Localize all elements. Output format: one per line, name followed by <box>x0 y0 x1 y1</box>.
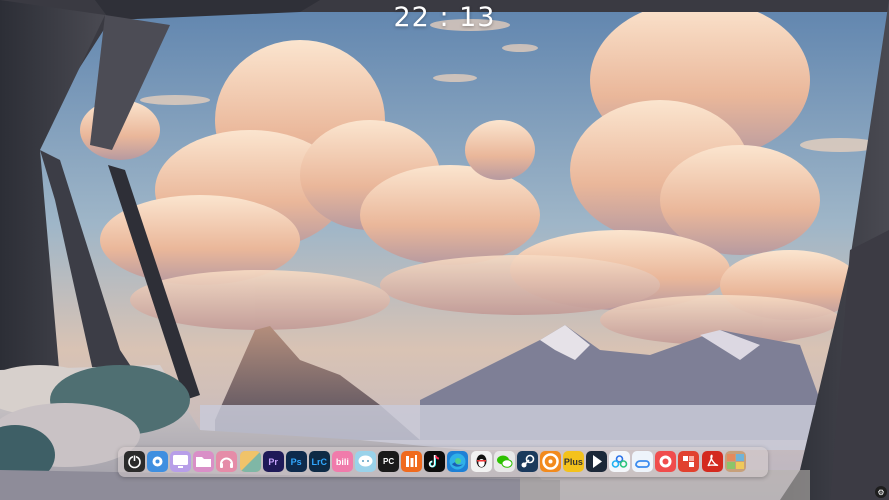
photo-collage-icon[interactable] <box>724 451 746 472</box>
folder-icon[interactable] <box>193 451 215 472</box>
desktop-wallpaper <box>0 0 889 500</box>
orange-bars-icon[interactable] <box>401 451 423 472</box>
yellow-app-icon[interactable]: Plus <box>562 451 584 472</box>
gallery-icon[interactable] <box>239 451 261 472</box>
chat-bubble-icon[interactable] <box>355 451 376 472</box>
red-circle-icon[interactable] <box>655 451 677 472</box>
tiktok-icon[interactable] <box>424 451 446 472</box>
bilibili-icon[interactable]: bili <box>331 451 353 472</box>
baidu-netdisk-icon[interactable] <box>632 451 654 472</box>
pycharm-icon[interactable]: PC <box>378 451 400 472</box>
power-icon[interactable] <box>124 451 145 472</box>
wechat-icon[interactable] <box>493 451 515 472</box>
dark-square-icon[interactable] <box>586 451 607 472</box>
tray-settings-icon[interactable]: ⚙ <box>875 486 887 498</box>
monitor-icon[interactable] <box>170 451 192 472</box>
gear-icon[interactable] <box>147 451 169 472</box>
premiere-icon[interactable]: Pr <box>262 451 284 472</box>
red-tool-icon[interactable] <box>678 451 700 472</box>
lightroom-classic-icon[interactable]: LrC <box>308 451 330 472</box>
acrobat-icon[interactable] <box>701 451 723 472</box>
clock-time: 22 : 13 <box>393 2 496 33</box>
headphones-icon[interactable] <box>216 451 238 472</box>
qq-penguin-icon[interactable] <box>470 451 492 472</box>
photoshop-icon[interactable]: Ps <box>285 451 307 472</box>
cloud-drive-icon[interactable] <box>609 451 631 472</box>
edge-icon[interactable] <box>447 451 469 472</box>
orange-ring-icon[interactable] <box>539 451 561 472</box>
app-dock: Pr Ps LrC bili PC Plus <box>118 447 768 477</box>
steam-icon[interactable] <box>516 451 538 472</box>
